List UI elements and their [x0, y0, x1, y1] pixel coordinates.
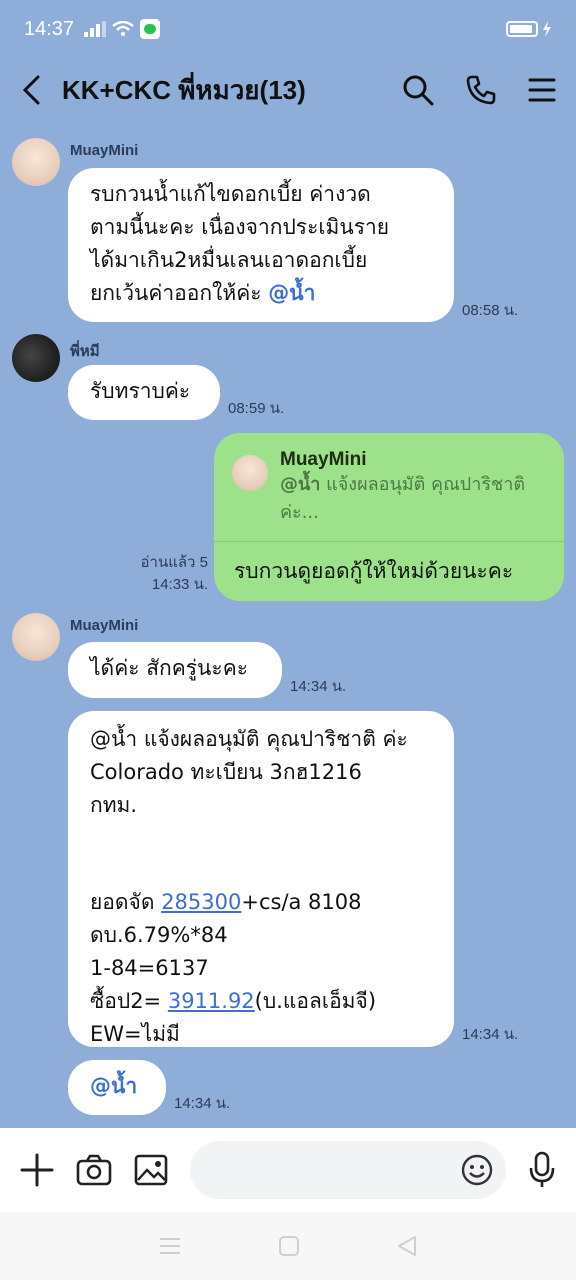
reply-avatar [232, 455, 268, 491]
message-time: 08:58 น. [462, 302, 519, 319]
message-bubble[interactable]: @น้ำ แจ้งผลอนุมัติ คุณปาริชาติ ค่ะ Color… [68, 711, 454, 1047]
message-line: @น้ำ แจ้งผลอนุมัติ คุณปาริชาติ ค่ะ [90, 727, 408, 751]
microphone-icon[interactable] [528, 1151, 556, 1189]
number-link[interactable]: 285300 [161, 890, 241, 914]
back-nav-icon[interactable] [397, 1235, 417, 1257]
read-status: อ่านแล้ว 5 14:33 น. [120, 552, 208, 596]
chat-messages[interactable]: MuayMini รบกวนน้ำแก้ไขดอกเบี้ย ค่างวด ตา… [0, 122, 576, 1128]
message-bubble[interactable]: รบกวนน้ำแก้ไขดอกเบี้ย ค่างวด ตามนี้นะคะ … [68, 168, 454, 322]
mention-link[interactable]: @น้ำ [90, 1074, 137, 1098]
recents-icon[interactable] [159, 1237, 181, 1255]
message-time: 08:59 น. [228, 400, 285, 417]
message-input[interactable] [190, 1141, 506, 1199]
status-time: 14:37 [24, 17, 75, 40]
message-line: กทม. [90, 793, 138, 817]
message-input-bar [0, 1128, 576, 1212]
message-line: ตามนี้นะคะ เนื่องจากประเมินราย [90, 215, 390, 239]
battery-icon [506, 21, 552, 37]
status-icons [84, 19, 161, 39]
mention-link[interactable]: @น้ำ [268, 281, 315, 305]
emoji-icon[interactable] [460, 1153, 494, 1187]
message-text: รบกวนดูยอดกู้ให้ใหม่ด้วยนะคะ [234, 559, 514, 583]
message-line: รบกวนน้ำแก้ไขดอกเบี้ย ค่างวด [90, 182, 371, 206]
message-time: 14:34 น. [462, 1026, 519, 1043]
message-line: ซื้อป2= [90, 989, 168, 1013]
back-arrow-icon[interactable] [20, 75, 44, 105]
menu-icon[interactable] [528, 77, 556, 103]
reply-mention: @น้ำ [280, 474, 321, 495]
avatar-muaymini[interactable] [12, 613, 60, 661]
number-link[interactable]: 3911.92 [168, 989, 255, 1013]
line-notification-icon [140, 19, 161, 39]
sender-name: พี่หมี [70, 343, 100, 360]
message-line: ดบ.6.79%*84 [90, 923, 228, 947]
message-bubble[interactable]: ได้ค่ะ สักครู่นะคะ [68, 642, 282, 698]
message-time: 14:34 น. [290, 678, 347, 695]
plus-icon[interactable] [20, 1153, 54, 1187]
message-time: 14:34 น. [174, 1095, 231, 1112]
signal-icon [84, 21, 107, 37]
sender-name: MuayMini [70, 617, 139, 634]
reply-sender-name: MuayMini [280, 449, 367, 470]
camera-icon[interactable] [76, 1154, 112, 1186]
message-line: 1-84=6137 [90, 956, 209, 980]
reply-quote[interactable]: MuayMini @น้ำ แจ้งผลอนุมัติ คุณปาริชาติ … [214, 433, 564, 542]
message-line: ยกเว้นค่าออกให้ค่ะ [90, 281, 269, 305]
wifi-icon [112, 21, 134, 37]
outgoing-message-bubble[interactable]: MuayMini @น้ำ แจ้งผลอนุมัติ คุณปาริชาติ … [214, 433, 564, 601]
search-icon[interactable] [402, 74, 434, 106]
sender-name: MuayMini [70, 142, 139, 159]
message-line: ได้มาเกิน2หมื่นเลนเอาดอกเบี้ย [90, 248, 368, 272]
message-text: รับทราบค่ะ [90, 379, 191, 403]
avatar-muaymini[interactable] [12, 138, 60, 186]
message-line: (บ.แอลเอ็มจี) [254, 989, 377, 1013]
message-line: ยอดจัด [90, 890, 162, 914]
message-time: 14:33 น. [151, 576, 208, 593]
status-bar: 14:37 [0, 0, 576, 58]
chat-title[interactable]: KK+CKC พี่หมวย(13) [62, 70, 306, 111]
home-icon[interactable] [279, 1236, 299, 1256]
phone-icon[interactable] [466, 75, 496, 105]
image-icon[interactable] [134, 1154, 168, 1186]
message-line: +cs/a 8108 [241, 890, 362, 914]
message-line: Colorado ทะเบียน 3กฮ1216 [90, 760, 362, 784]
chat-header: KK+CKC พี่หมวย(13) [0, 58, 576, 122]
read-count: อ่านแล้ว 5 [140, 554, 208, 571]
message-bubble[interactable]: @น้ำ [68, 1060, 166, 1115]
message-bubble[interactable]: รับทราบค่ะ [68, 365, 220, 420]
avatar-phimee[interactable] [12, 334, 60, 382]
system-nav-bar [0, 1212, 576, 1280]
message-line: EW=ไม่มี [90, 1022, 180, 1046]
reply-text-continued: ค่ะ... [280, 502, 319, 523]
reply-text: แจ้งผลอนุมัติ คุณปาริชาติ [320, 474, 526, 495]
message-text: ได้ค่ะ สักครู่นะคะ [90, 656, 249, 680]
